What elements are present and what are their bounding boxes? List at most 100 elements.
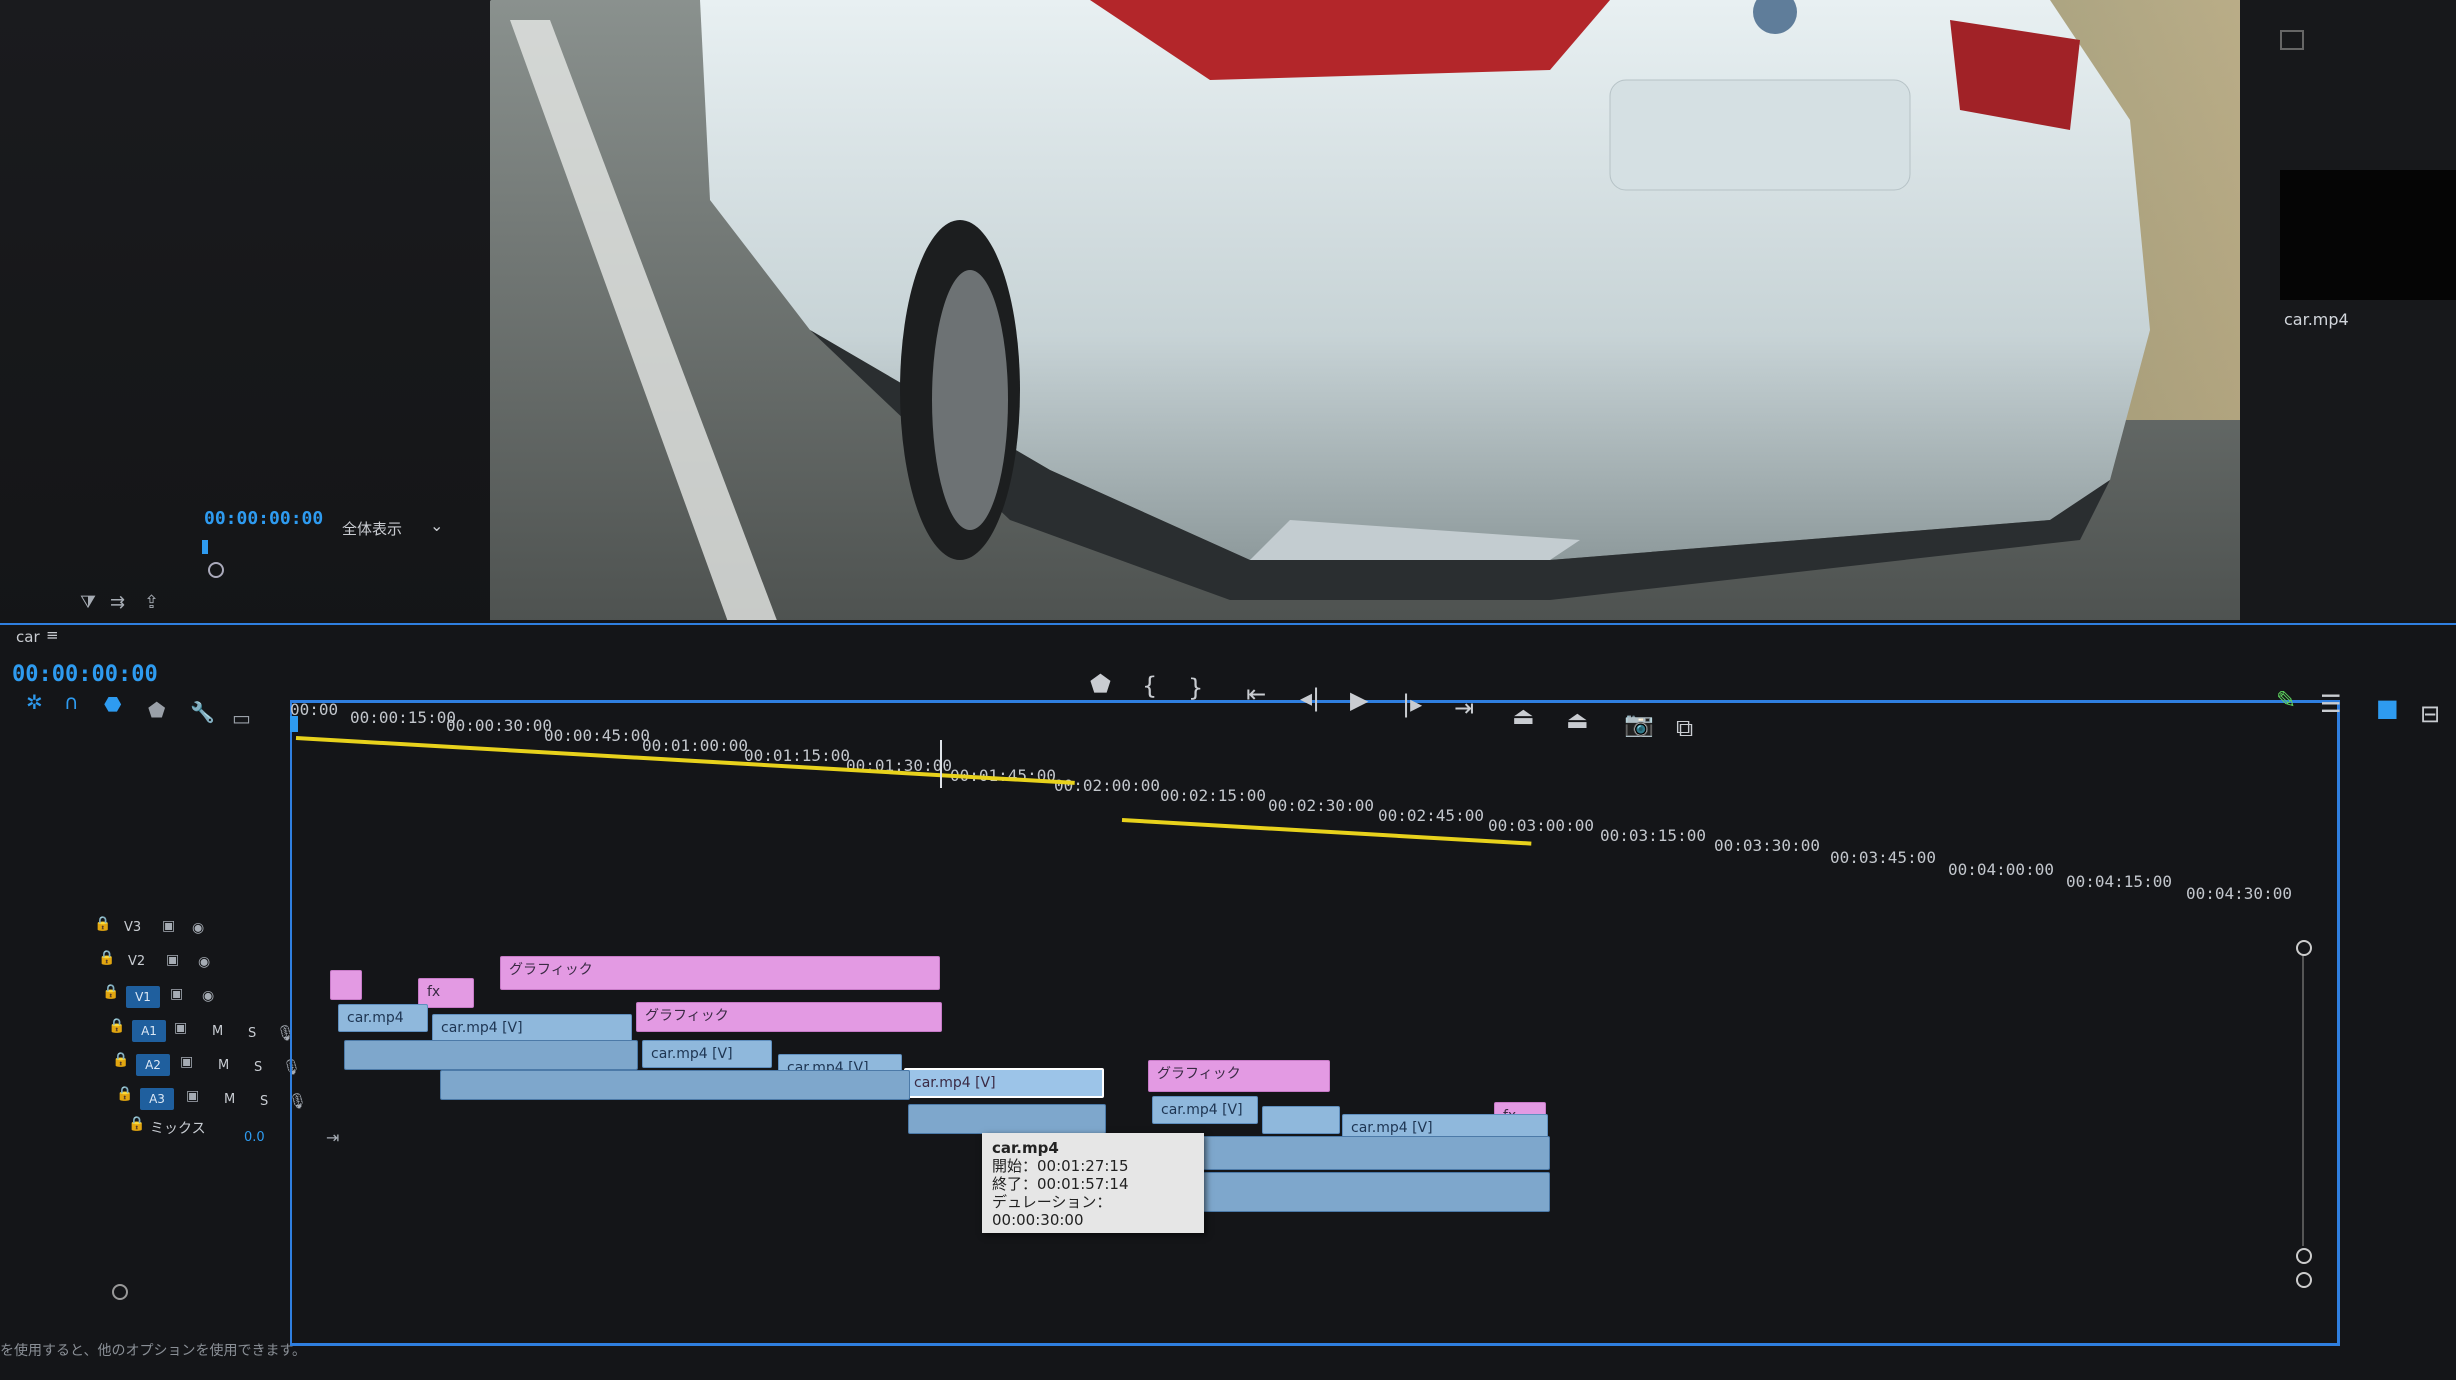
eye-v3-icon[interactable]: ◉ [192, 920, 204, 936]
add-marker-icon[interactable]: ⬣ [104, 692, 121, 716]
toggle-sync-a1-icon[interactable]: ▣ [174, 1020, 187, 1036]
eye-v2-icon[interactable]: ◉ [198, 954, 210, 970]
monitor-playhead[interactable] [202, 540, 208, 554]
toggle-sync-v3-icon[interactable]: ▣ [162, 918, 175, 934]
clip-label: car.mp4 [347, 1010, 404, 1026]
clip-thumbnail[interactable] [2280, 170, 2456, 300]
track-a2-label[interactable]: A2 [136, 1054, 170, 1076]
timeline-playhead[interactable] [290, 716, 298, 732]
linked-selection-icon[interactable]: ∩ [64, 690, 79, 714]
mark-out-button[interactable]: } [1188, 674, 1203, 702]
zoom-handle-icon[interactable] [112, 1284, 128, 1300]
tooltip-duration: デュレーション：00:00:30:00 [992, 1193, 1112, 1229]
toggle-sync-a3-icon[interactable]: ▣ [186, 1088, 199, 1104]
audio-clip[interactable] [1170, 1172, 1550, 1212]
zoom-dropdown-chevron-icon[interactable]: ⌄ [430, 516, 443, 535]
mute-a3-button[interactable]: M [224, 1092, 235, 1107]
ruler-label: 00:03:45:00 [1830, 848, 1936, 867]
scroll-handle-icon[interactable] [208, 562, 224, 578]
ruler-label: 00:00:45:00 [544, 726, 650, 745]
video-clip[interactable] [1262, 1106, 1340, 1134]
tab-menu-icon[interactable]: ≡ [46, 626, 59, 644]
graphic-clip[interactable] [330, 970, 362, 1000]
clip-label: car.mp4 [V] [1351, 1120, 1433, 1136]
extract-button[interactable]: ⏏ [1566, 706, 1589, 734]
track-a3-label[interactable]: A3 [140, 1088, 174, 1110]
mix-volume-value[interactable]: 0.0 [244, 1130, 265, 1145]
toggle-sync-v2-icon[interactable]: ▣ [166, 952, 179, 968]
vertical-scrollbar[interactable] [2302, 956, 2304, 1246]
captions-icon[interactable]: ▭ [232, 706, 251, 730]
toggle-sync-a2-icon[interactable]: ▣ [180, 1054, 193, 1070]
mute-a2-button[interactable]: M [218, 1058, 229, 1073]
solo-a3-button[interactable]: S [260, 1094, 268, 1109]
graphic-clip[interactable]: グラフィック [1148, 1060, 1330, 1092]
clip-label: car.mp4 [V] [914, 1075, 996, 1091]
mark-in-button[interactable]: { [1142, 672, 1157, 700]
export-frame-camera-icon[interactable]: 📷 [1624, 710, 1654, 738]
project-panel: car.mp4 [2240, 0, 2456, 700]
export-icon[interactable]: ⇪ [144, 592, 159, 613]
audio-clip[interactable] [440, 1070, 910, 1100]
mute-a1-button[interactable]: M [212, 1024, 223, 1039]
panel-icon[interactable]: ■ [2376, 694, 2399, 722]
wrench-icon[interactable]: 🔧 [190, 700, 215, 724]
zoom-level-label[interactable]: 全体表示 [342, 518, 402, 539]
track-a1-label[interactable]: A1 [132, 1020, 166, 1042]
program-timecode[interactable]: 00:00:00:00 [204, 508, 323, 529]
pencil-icon[interactable]: ✎ [2276, 686, 2296, 714]
lock-v3-icon[interactable]: 🔒 [94, 916, 111, 932]
graphic-clip[interactable]: グラフィック [636, 1002, 942, 1032]
play-button[interactable]: ▶ [1350, 686, 1368, 714]
settings-panel-icon[interactable]: ⊟ [2420, 700, 2440, 728]
insert-icon[interactable]: ⇉ [110, 592, 125, 613]
lift-button[interactable]: ⏏ [1512, 702, 1535, 730]
video-clip[interactable]: car.mp4 [338, 1004, 428, 1032]
source-monitor-panel: 00:00:00:00 全体表示 ⌄ ⧩ ⇉ ⇪ [0, 0, 500, 640]
step-forward-button[interactable]: |▸ [1402, 690, 1422, 718]
tooltip-end: 終了：00:01:57:14 [992, 1175, 1129, 1193]
comparison-view-button[interactable]: ⧉ [1676, 714, 1693, 742]
vertical-scroll-handle-icon[interactable] [2296, 1248, 2312, 1264]
clip-name-label[interactable]: car.mp4 [2284, 310, 2349, 329]
status-bar-text: を使用すると、他のオプションを使用できます。 [0, 1343, 307, 1359]
lock-v1-icon[interactable]: 🔒 [102, 984, 119, 1000]
vertical-scroll-handle-icon[interactable] [2296, 1272, 2312, 1288]
audio-clip[interactable] [908, 1104, 1106, 1134]
video-clip[interactable]: car.mp4 [V] [642, 1040, 772, 1068]
lock-a3-icon[interactable]: 🔒 [116, 1086, 133, 1102]
video-clip[interactable]: car.mp4 [V] [1152, 1096, 1258, 1124]
lock-mix-icon[interactable]: 🔒 [128, 1116, 145, 1132]
timeline-playhead-timecode[interactable]: 00:00:00:00 [12, 662, 158, 687]
list-view-icon[interactable]: ☰ [2320, 690, 2342, 718]
ruler-label: 00:04:15:00 [2066, 872, 2172, 891]
step-back-button[interactable]: ◂| [1300, 684, 1320, 712]
track-v3-label[interactable]: V3 [124, 920, 141, 935]
toggle-sync-v1-icon[interactable]: ▣ [170, 986, 183, 1002]
new-item-icon[interactable] [2280, 30, 2304, 50]
graphic-clip[interactable]: グラフィック [500, 956, 940, 990]
eye-v1-icon[interactable]: ◉ [202, 988, 214, 1004]
solo-a2-button[interactable]: S [254, 1060, 262, 1075]
sequence-tab[interactable]: car [16, 628, 40, 646]
fx-badge: fx [427, 984, 441, 1000]
audio-clip[interactable] [344, 1040, 638, 1070]
ruler-label: 00:04:30:00 [2186, 884, 2292, 903]
add-marker-button[interactable]: ⬟ [1090, 670, 1111, 698]
track-v1-label[interactable]: V1 [126, 986, 160, 1008]
filter-icon[interactable]: ⧩ [80, 592, 96, 613]
audio-clip[interactable] [1156, 1136, 1550, 1170]
video-clip[interactable]: car.mp4 [V] [432, 1014, 632, 1042]
snap-icon[interactable]: ✲ [26, 690, 43, 714]
vertical-scroll-handle-icon[interactable] [2296, 940, 2312, 956]
go-to-out-button[interactable]: ⇥ [1454, 694, 1474, 722]
track-v2-label[interactable]: V2 [128, 954, 145, 969]
lock-a2-icon[interactable]: 🔒 [112, 1052, 129, 1068]
marker-icon[interactable]: ⬟ [148, 698, 165, 722]
go-to-in-button[interactable]: ⇤ [1246, 680, 1266, 708]
lock-a1-icon[interactable]: 🔒 [108, 1018, 125, 1034]
ruler-label: 00:02:45:00 [1378, 806, 1484, 825]
lock-v2-icon[interactable]: 🔒 [98, 950, 115, 966]
selected-video-clip[interactable]: car.mp4 [V] [904, 1068, 1104, 1098]
solo-a1-button[interactable]: S [248, 1026, 256, 1041]
